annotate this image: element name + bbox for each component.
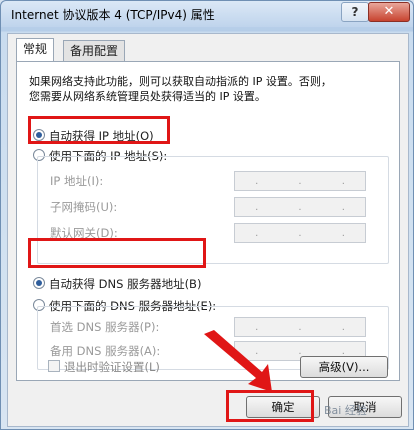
validate-on-exit-checkbox[interactable]: 退出时验证设置(L): [48, 359, 160, 375]
dialog-content: 常规 备用配置 如果网络支持此功能，则可以获取自动指派的 IP 设置。否则， 您…: [7, 33, 409, 427]
tab-alternate-config[interactable]: 备用配置: [63, 40, 126, 61]
auto-ip-radio[interactable]: 自动获得 IP 地址(O): [33, 128, 154, 144]
dialog-window: Internet 协议版本 4 (TCP/IPv4) 属性 ? ✕ 常规 备用配…: [0, 0, 414, 430]
tab-general[interactable]: 常规: [16, 38, 55, 61]
preferred-dns-input[interactable]: ...: [234, 317, 366, 337]
auto-dns-label: 自动获得 DNS 服务器地址(B): [49, 277, 202, 291]
auto-dns-radio[interactable]: 自动获得 DNS 服务器地址(B): [33, 276, 201, 292]
manual-ip-group: IP 地址(I): ... 子网掩码(U): ... 默认网关(D): ...: [37, 156, 389, 264]
general-panel: 如果网络支持此功能，则可以获取自动指派的 IP 设置。否则， 您需要从网络系统管…: [16, 61, 400, 381]
preferred-dns-label: 首选 DNS 服务器(P):: [50, 320, 160, 334]
validate-on-exit-label: 退出时验证设置(L): [64, 360, 160, 374]
subnet-mask-input[interactable]: ...: [234, 197, 366, 217]
checkbox-icon[interactable]: [48, 360, 60, 372]
ip-address-label: IP 地址(I):: [50, 174, 104, 188]
ip-address-input[interactable]: ...: [234, 171, 366, 191]
watermark-text: Bai 经验: [324, 404, 367, 417]
alternate-dns-label: 备用 DNS 服务器(A):: [50, 344, 161, 358]
default-gateway-input[interactable]: ...: [234, 223, 366, 243]
description-line-2: 您需要从网络系统管理员处获得适当的 IP 设置。: [29, 90, 266, 103]
radio-selected-icon[interactable]: [33, 129, 45, 141]
window-title: Internet 协议版本 4 (TCP/IPv4) 属性: [11, 8, 215, 22]
description-text: 如果网络支持此功能，则可以获取自动指派的 IP 设置。否则， 您需要从网络系统管…: [29, 74, 389, 104]
title-bar[interactable]: Internet 协议版本 4 (TCP/IPv4) 属性 ? ✕: [1, 1, 413, 27]
auto-ip-label: 自动获得 IP 地址(O): [49, 129, 154, 143]
subnet-mask-label: 子网掩码(U):: [50, 200, 118, 214]
advanced-button[interactable]: 高级(V)...: [300, 356, 388, 378]
radio-selected-icon[interactable]: [33, 277, 45, 289]
close-button[interactable]: ✕: [368, 2, 410, 22]
default-gateway-label: 默认网关(D):: [50, 226, 118, 240]
description-line-1: 如果网络支持此功能，则可以获取自动指派的 IP 设置。否则，: [29, 75, 332, 88]
help-button[interactable]: ?: [341, 2, 369, 22]
ok-button[interactable]: 确定: [246, 396, 320, 418]
